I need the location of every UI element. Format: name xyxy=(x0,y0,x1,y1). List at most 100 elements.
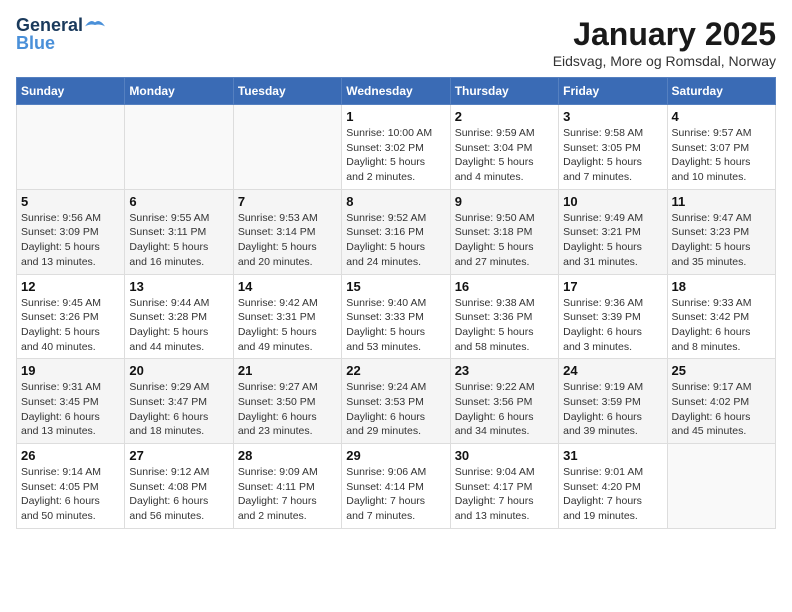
day-number: 13 xyxy=(129,279,228,294)
day-number: 12 xyxy=(21,279,120,294)
calendar-cell xyxy=(125,105,233,190)
calendar-cell: 15 Sunrise: 9:40 AM Sunset: 3:33 PM Dayli… xyxy=(342,274,450,359)
calendar-cell xyxy=(233,105,341,190)
day-info: Sunrise: 9:14 AM Sunset: 4:05 PM Dayligh… xyxy=(21,465,120,524)
calendar-cell: 17 Sunrise: 9:36 AM Sunset: 3:39 PM Dayli… xyxy=(559,274,667,359)
day-number: 18 xyxy=(672,279,771,294)
calendar-cell: 3 Sunrise: 9:58 AM Sunset: 3:05 PM Daylig… xyxy=(559,105,667,190)
day-info: Sunrise: 9:40 AM Sunset: 3:33 PM Dayligh… xyxy=(346,296,445,355)
day-info: Sunrise: 9:24 AM Sunset: 3:53 PM Dayligh… xyxy=(346,380,445,439)
logo: GeneralBlue xyxy=(16,16,105,52)
day-number: 20 xyxy=(129,363,228,378)
day-info: Sunrise: 9:04 AM Sunset: 4:17 PM Dayligh… xyxy=(455,465,554,524)
day-info: Sunrise: 9:56 AM Sunset: 3:09 PM Dayligh… xyxy=(21,211,120,270)
day-number: 14 xyxy=(238,279,337,294)
calendar-cell: 22 Sunrise: 9:24 AM Sunset: 3:53 PM Dayli… xyxy=(342,359,450,444)
day-number: 26 xyxy=(21,448,120,463)
day-info: Sunrise: 9:09 AM Sunset: 4:11 PM Dayligh… xyxy=(238,465,337,524)
day-number: 19 xyxy=(21,363,120,378)
day-number: 23 xyxy=(455,363,554,378)
calendar-cell: 11 Sunrise: 9:47 AM Sunset: 3:23 PM Dayli… xyxy=(667,189,775,274)
calendar-week-row: 12 Sunrise: 9:45 AM Sunset: 3:26 PM Dayli… xyxy=(17,274,776,359)
day-info: Sunrise: 9:58 AM Sunset: 3:05 PM Dayligh… xyxy=(563,126,662,185)
day-number: 5 xyxy=(21,194,120,209)
calendar-cell: 20Sunrise: 9:29 AM Sunset: 3:47 PM Dayli… xyxy=(125,359,233,444)
calendar-cell: 16 Sunrise: 9:38 AM Sunset: 3:36 PM Dayli… xyxy=(450,274,558,359)
calendar-cell: 9Sunrise: 9:50 AM Sunset: 3:18 PM Daylig… xyxy=(450,189,558,274)
calendar-cell: 10Sunrise: 9:49 AM Sunset: 3:21 PM Dayli… xyxy=(559,189,667,274)
day-number: 4 xyxy=(672,109,771,124)
calendar-cell xyxy=(667,444,775,529)
page-header: GeneralBlue January 2025 Eidsvag, More o… xyxy=(16,16,776,69)
day-info: Sunrise: 9:22 AM Sunset: 3:56 PM Dayligh… xyxy=(455,380,554,439)
weekday-header-friday: Friday xyxy=(559,78,667,105)
day-info: Sunrise: 9:31 AM Sunset: 3:45 PM Dayligh… xyxy=(21,380,120,439)
calendar-cell: 30Sunrise: 9:04 AM Sunset: 4:17 PM Dayli… xyxy=(450,444,558,529)
day-info: Sunrise: 9:36 AM Sunset: 3:39 PM Dayligh… xyxy=(563,296,662,355)
day-number: 27 xyxy=(129,448,228,463)
day-number: 22 xyxy=(346,363,445,378)
day-info: Sunrise: 9:55 AM Sunset: 3:11 PM Dayligh… xyxy=(129,211,228,270)
calendar-week-row: 1 Sunrise: 10:00 AM Sunset: 3:02 PM Dayli… xyxy=(17,105,776,190)
weekday-header-monday: Monday xyxy=(125,78,233,105)
day-info: Sunrise: 9:42 AM Sunset: 3:31 PM Dayligh… xyxy=(238,296,337,355)
calendar-cell: 31Sunrise: 9:01 AM Sunset: 4:20 PM Dayli… xyxy=(559,444,667,529)
calendar-cell: 4 Sunrise: 9:57 AM Sunset: 3:07 PM Daylig… xyxy=(667,105,775,190)
day-number: 11 xyxy=(672,194,771,209)
weekday-header-row: SundayMondayTuesdayWednesdayThursdayFrid… xyxy=(17,78,776,105)
calendar-cell: 5 Sunrise: 9:56 AM Sunset: 3:09 PM Daylig… xyxy=(17,189,125,274)
calendar-cell: 1 Sunrise: 10:00 AM Sunset: 3:02 PM Dayli… xyxy=(342,105,450,190)
weekday-header-tuesday: Tuesday xyxy=(233,78,341,105)
day-number: 8 xyxy=(346,194,445,209)
day-number: 3 xyxy=(563,109,662,124)
day-info: Sunrise: 9:01 AM Sunset: 4:20 PM Dayligh… xyxy=(563,465,662,524)
day-info: Sunrise: 9:45 AM Sunset: 3:26 PM Dayligh… xyxy=(21,296,120,355)
calendar-cell: 21Sunrise: 9:27 AM Sunset: 3:50 PM Dayli… xyxy=(233,359,341,444)
calendar-cell: 27 Sunrise: 9:12 AM Sunset: 4:08 PM Dayli… xyxy=(125,444,233,529)
day-number: 17 xyxy=(563,279,662,294)
day-info: Sunrise: 9:33 AM Sunset: 3:42 PM Dayligh… xyxy=(672,296,771,355)
weekday-header-sunday: Sunday xyxy=(17,78,125,105)
day-number: 1 xyxy=(346,109,445,124)
day-info: Sunrise: 9:12 AM Sunset: 4:08 PM Dayligh… xyxy=(129,465,228,524)
weekday-header-wednesday: Wednesday xyxy=(342,78,450,105)
day-number: 25 xyxy=(672,363,771,378)
day-number: 15 xyxy=(346,279,445,294)
day-info: Sunrise: 9:17 AM Sunset: 4:02 PM Dayligh… xyxy=(672,380,771,439)
day-info: Sunrise: 9:47 AM Sunset: 3:23 PM Dayligh… xyxy=(672,211,771,270)
day-number: 29 xyxy=(346,448,445,463)
calendar-cell: 6Sunrise: 9:55 AM Sunset: 3:11 PM Daylig… xyxy=(125,189,233,274)
day-info: Sunrise: 9:06 AM Sunset: 4:14 PM Dayligh… xyxy=(346,465,445,524)
calendar-cell: 28 Sunrise: 9:09 AM Sunset: 4:11 PM Dayli… xyxy=(233,444,341,529)
calendar-cell: 7Sunrise: 9:53 AM Sunset: 3:14 PM Daylig… xyxy=(233,189,341,274)
calendar-cell: 12 Sunrise: 9:45 AM Sunset: 3:26 PM Dayli… xyxy=(17,274,125,359)
calendar-cell: 14 Sunrise: 9:42 AM Sunset: 3:31 PM Dayli… xyxy=(233,274,341,359)
day-info: Sunrise: 9:50 AM Sunset: 3:18 PM Dayligh… xyxy=(455,211,554,270)
weekday-header-saturday: Saturday xyxy=(667,78,775,105)
calendar-cell: 13 Sunrise: 9:44 AM Sunset: 3:28 PM Dayli… xyxy=(125,274,233,359)
logo-text: GeneralBlue xyxy=(16,16,83,52)
day-number: 16 xyxy=(455,279,554,294)
day-info: Sunrise: 9:19 AM Sunset: 3:59 PM Dayligh… xyxy=(563,380,662,439)
calendar-subtitle: Eidsvag, More og Romsdal, Norway xyxy=(553,53,776,69)
day-number: 7 xyxy=(238,194,337,209)
calendar-week-row: 19 Sunrise: 9:31 AM Sunset: 3:45 PM Dayli… xyxy=(17,359,776,444)
calendar-cell: 25 Sunrise: 9:17 AM Sunset: 4:02 PM Dayli… xyxy=(667,359,775,444)
calendar-table: SundayMondayTuesdayWednesdayThursdayFrid… xyxy=(16,77,776,529)
day-info: Sunrise: 10:00 AM Sunset: 3:02 PM Daylig… xyxy=(346,126,445,185)
calendar-cell: 2Sunrise: 9:59 AM Sunset: 3:04 PM Daylig… xyxy=(450,105,558,190)
calendar-cell: 24Sunrise: 9:19 AM Sunset: 3:59 PM Dayli… xyxy=(559,359,667,444)
day-info: Sunrise: 9:57 AM Sunset: 3:07 PM Dayligh… xyxy=(672,126,771,185)
calendar-cell: 8Sunrise: 9:52 AM Sunset: 3:16 PM Daylig… xyxy=(342,189,450,274)
day-info: Sunrise: 9:49 AM Sunset: 3:21 PM Dayligh… xyxy=(563,211,662,270)
day-info: Sunrise: 9:38 AM Sunset: 3:36 PM Dayligh… xyxy=(455,296,554,355)
day-number: 28 xyxy=(238,448,337,463)
day-info: Sunrise: 9:44 AM Sunset: 3:28 PM Dayligh… xyxy=(129,296,228,355)
weekday-header-thursday: Thursday xyxy=(450,78,558,105)
title-area: January 2025 Eidsvag, More og Romsdal, N… xyxy=(553,16,776,69)
calendar-cell: 18 Sunrise: 9:33 AM Sunset: 3:42 PM Dayli… xyxy=(667,274,775,359)
calendar-title: January 2025 xyxy=(553,16,776,53)
calendar-cell: 19 Sunrise: 9:31 AM Sunset: 3:45 PM Dayli… xyxy=(17,359,125,444)
calendar-week-row: 26 Sunrise: 9:14 AM Sunset: 4:05 PM Dayli… xyxy=(17,444,776,529)
day-number: 21 xyxy=(238,363,337,378)
